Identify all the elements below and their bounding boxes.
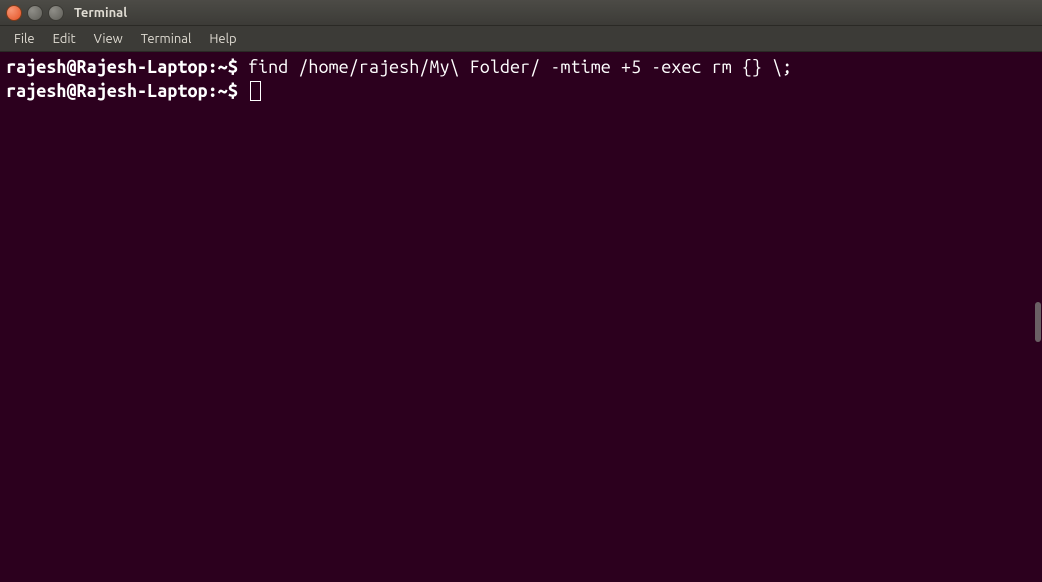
close-button[interactable] <box>6 5 22 21</box>
cursor-icon <box>250 81 261 101</box>
menubar: File Edit View Terminal Help <box>0 26 1042 52</box>
scrollbar-thumb[interactable] <box>1035 302 1041 342</box>
maximize-button[interactable] <box>48 5 64 21</box>
menu-file[interactable]: File <box>6 29 43 49</box>
menu-edit[interactable]: Edit <box>45 29 84 49</box>
terminal-command: find /home/rajesh/My\ Folder/ -mtime +5 … <box>248 55 792 79</box>
scrollbar[interactable] <box>1032 52 1042 582</box>
minimize-button[interactable] <box>27 5 43 21</box>
menu-view[interactable]: View <box>86 29 131 49</box>
window-title: Terminal <box>74 6 127 20</box>
window-controls <box>6 5 64 21</box>
terminal-prompt: rajesh@Rajesh-Laptop:~$ <box>6 55 248 79</box>
terminal-line: rajesh@Rajesh-Laptop:~$ find /home/rajes… <box>6 55 1036 79</box>
menu-terminal[interactable]: Terminal <box>133 29 200 49</box>
menu-help[interactable]: Help <box>201 29 244 49</box>
terminal-body[interactable]: rajesh@Rajesh-Laptop:~$ find /home/rajes… <box>0 52 1042 582</box>
titlebar: Terminal <box>0 0 1042 26</box>
terminal-line: rajesh@Rajesh-Laptop:~$ <box>6 79 1036 103</box>
terminal-prompt: rajesh@Rajesh-Laptop:~$ <box>6 79 248 103</box>
terminal-window: Terminal File Edit View Terminal Help ra… <box>0 0 1042 582</box>
